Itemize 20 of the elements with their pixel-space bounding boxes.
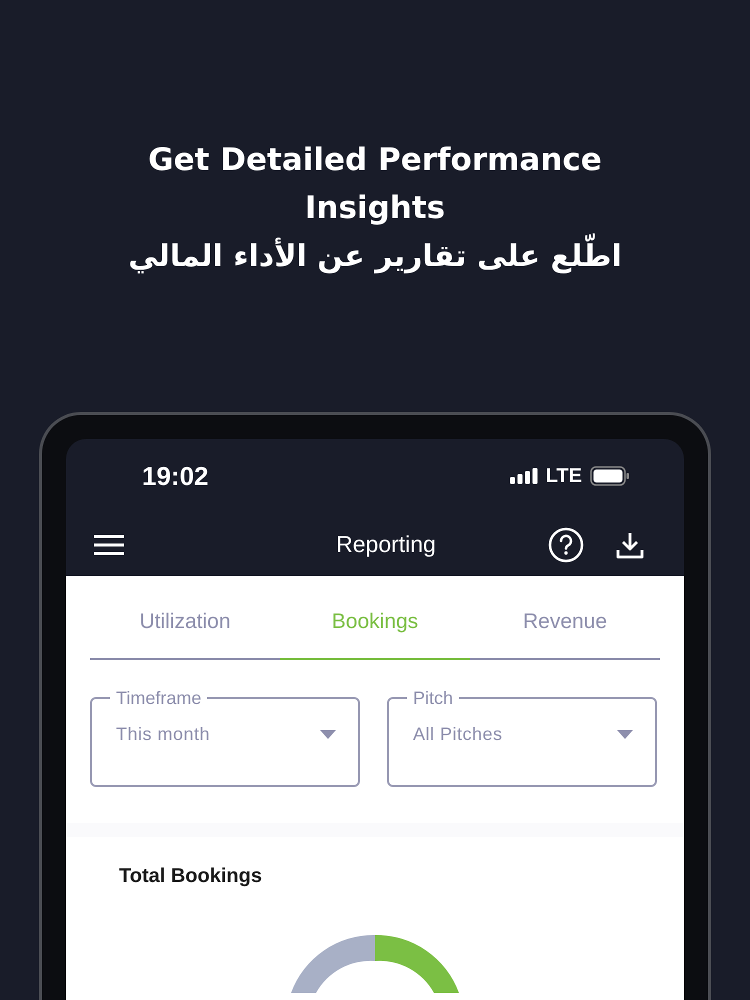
network-label: LTE — [546, 464, 582, 489]
headline-arabic: اطّلع على تقارير عن الأداء المالي — [0, 232, 750, 282]
field-label: Pitch — [412, 686, 454, 708]
field-value: This month — [116, 723, 212, 746]
help-icon[interactable] — [548, 526, 584, 562]
tab[interactable]: Utilization — [90, 592, 280, 660]
battery-icon — [590, 466, 630, 486]
tab[interactable]: Bookings — [280, 592, 470, 660]
download-icon[interactable] — [616, 530, 644, 558]
card-title: Total Bookings — [118, 864, 263, 888]
screen-title: Reporting — [336, 531, 436, 558]
tab[interactable]: Revenue — [470, 592, 660, 660]
signal-icon — [510, 468, 538, 484]
field-value: All Pitches — [413, 723, 504, 746]
field-label: Timeframe — [115, 686, 202, 708]
menu-icon[interactable] — [94, 534, 124, 554]
headline: Get Detailed Performance Insights — [147, 141, 603, 228]
caret-icon — [617, 730, 633, 739]
status-time: 19:02 — [142, 460, 208, 492]
caret-icon — [320, 730, 336, 739]
